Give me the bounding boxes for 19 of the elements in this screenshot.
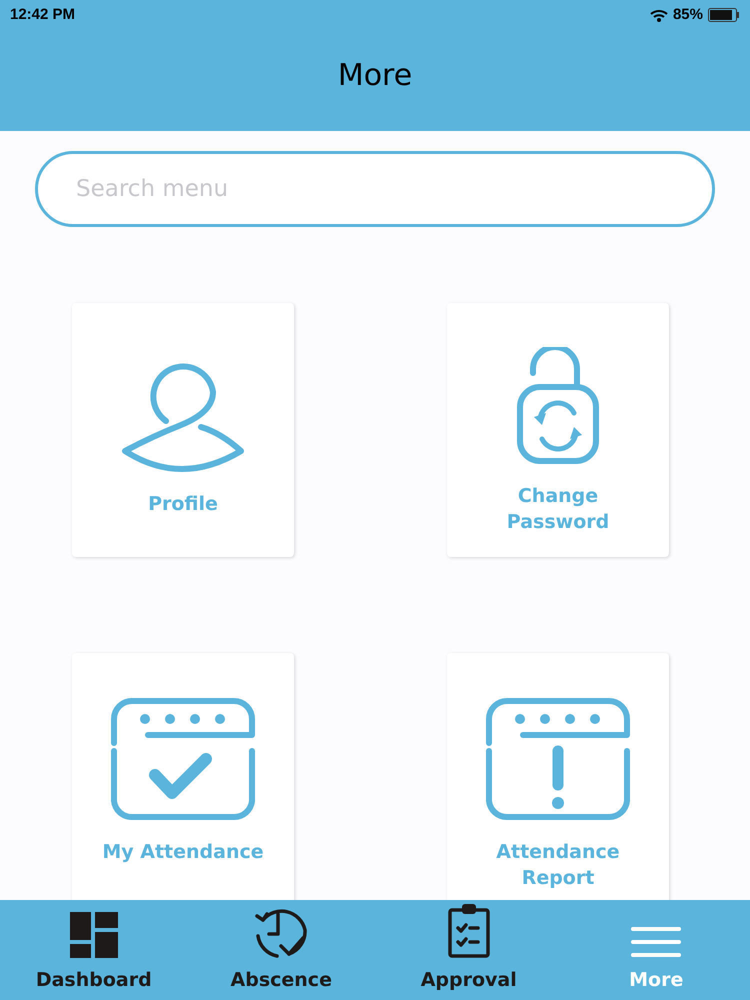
- battery-icon: [708, 8, 740, 22]
- wifi-icon: [650, 8, 668, 22]
- status-time: 12:42 PM: [10, 4, 76, 25]
- tab-item[interactable]: Approval: [375, 900, 562, 1000]
- menu-tile[interactable]: Attendance Report: [447, 653, 669, 900]
- calendar-alert-icon: [485, 697, 631, 821]
- unlocked-padlock-icon: [516, 347, 600, 465]
- menu-tile[interactable]: Change Password: [447, 303, 669, 557]
- clipboard-checklist-icon: [448, 902, 490, 958]
- menu-tile[interactable]: My Attendance: [72, 653, 294, 900]
- menu-tile[interactable]: Profile: [72, 303, 294, 557]
- page-title: More: [338, 57, 412, 95]
- dashboard-icon: [70, 912, 118, 958]
- tab-item[interactable]: Dashboard: [0, 900, 188, 1000]
- tab-item[interactable]: Abscence: [188, 900, 375, 1000]
- calendar-check-icon: [110, 697, 256, 821]
- menu-icon: [631, 926, 682, 958]
- tab-item[interactable]: More: [562, 900, 750, 1000]
- battery-percent: 85%: [672, 4, 703, 25]
